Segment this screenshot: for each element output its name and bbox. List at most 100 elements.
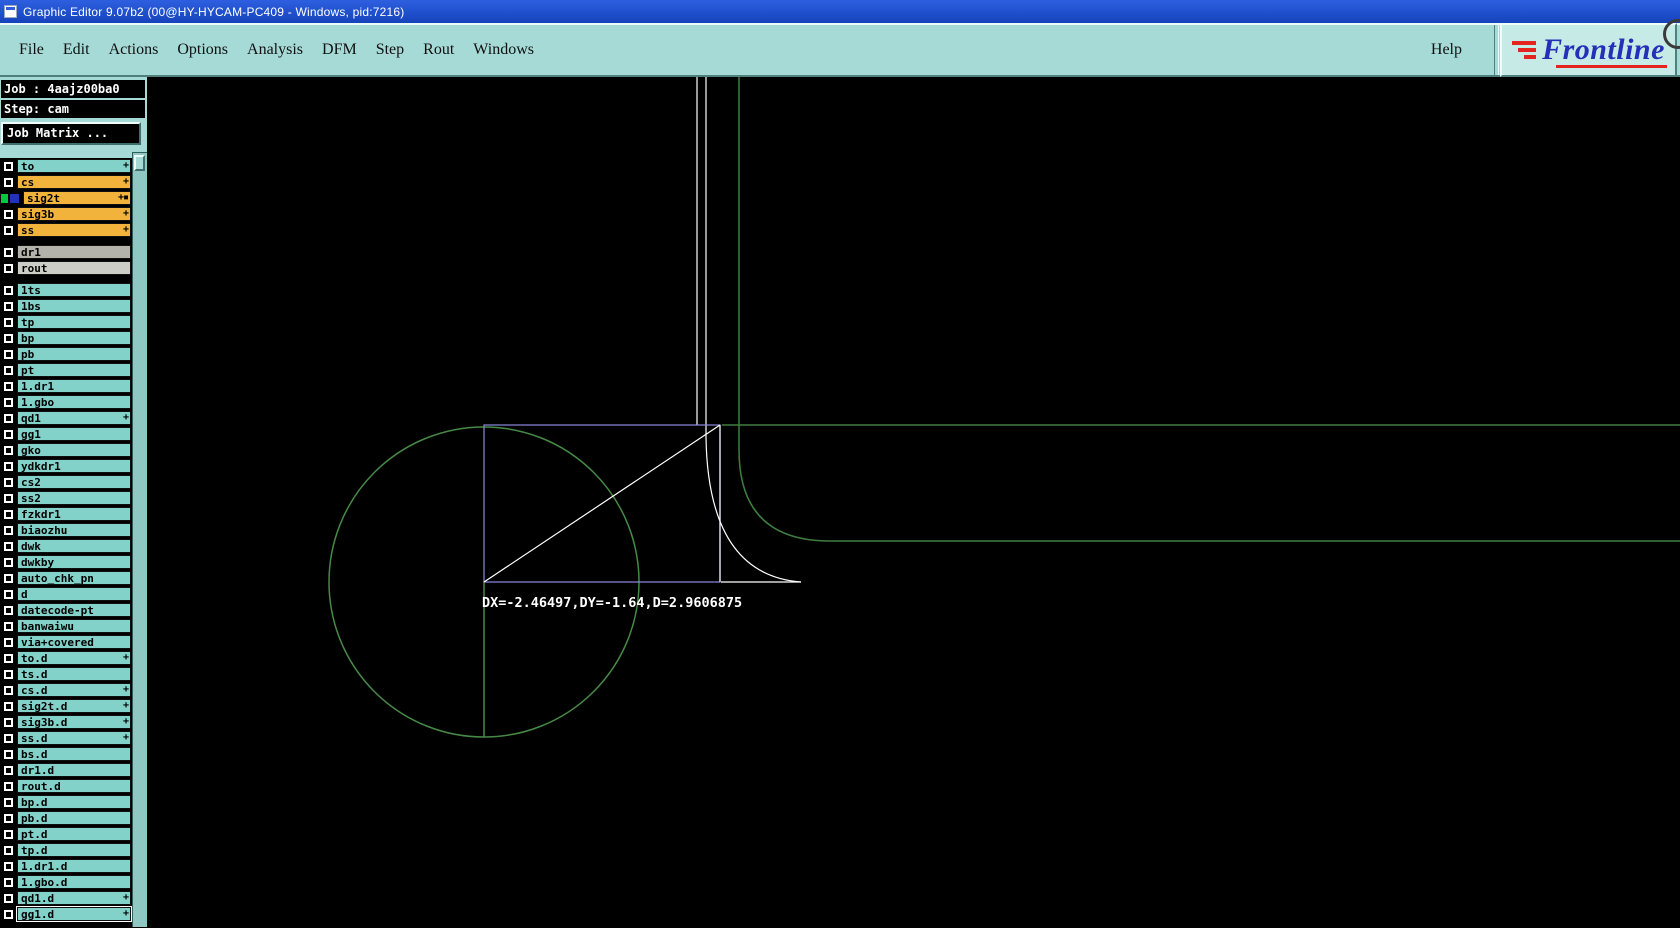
layer-name[interactable]: banwaiwu — [17, 619, 131, 633]
menu-item-edit[interactable]: Edit — [63, 41, 90, 59]
layer-visibility-checkbox[interactable] — [3, 508, 14, 520]
layer-name[interactable]: to.d + — [17, 651, 131, 665]
layer-visibility-checkbox[interactable] — [3, 300, 14, 312]
layer-visibility-checkbox[interactable] — [3, 444, 14, 456]
layer-row[interactable]: biaozhu — [0, 522, 131, 538]
layer-row[interactable]: dr1 — [0, 244, 131, 260]
layer-visibility-checkbox[interactable] — [3, 380, 14, 392]
layer-row[interactable]: ydkdr1 — [0, 458, 131, 474]
layer-name[interactable]: ts.d — [17, 667, 131, 681]
menu-item-options[interactable]: Options — [177, 41, 228, 59]
layer-row[interactable]: cs + — [0, 174, 131, 190]
layer-visibility-checkbox[interactable] — [3, 876, 14, 888]
layer-name[interactable]: d — [17, 587, 131, 601]
layer-name[interactable]: bs.d — [17, 747, 131, 761]
layer-name[interactable]: rout — [17, 261, 131, 275]
layer-row[interactable]: pt — [0, 362, 131, 378]
layer-row[interactable]: 1.dr1.d — [0, 858, 131, 874]
layer-name[interactable]: pb.d — [17, 811, 131, 825]
layer-visibility-checkbox[interactable] — [3, 636, 14, 648]
menu-item-analysis[interactable]: Analysis — [247, 41, 303, 59]
layer-row[interactable]: 1.gbo.d — [0, 874, 131, 890]
layer-name[interactable]: 1.gbo.d — [17, 875, 131, 889]
layer-row[interactable]: rout — [0, 260, 131, 276]
layer-name[interactable]: gko — [17, 443, 131, 457]
layer-row[interactable]: gg1.d + — [0, 906, 132, 922]
menu-item-help[interactable]: Help — [1431, 41, 1462, 59]
layer-name[interactable]: qd1.d + — [17, 891, 131, 905]
layer-row[interactable]: bp — [0, 330, 131, 346]
layer-visibility-checkbox[interactable] — [3, 540, 14, 552]
layer-row[interactable]: dwkby — [0, 554, 131, 570]
job-matrix-button[interactable]: Job Matrix ... — [1, 122, 141, 145]
layer-row[interactable]: dwk — [0, 538, 131, 554]
layer-row[interactable]: 1.dr1 — [0, 378, 131, 394]
layer-row[interactable]: sig2t.d + — [0, 698, 131, 714]
layer-name[interactable]: sig3b.d + — [17, 715, 131, 729]
layer-name[interactable]: 1bs — [17, 299, 131, 313]
layer-name[interactable]: dr1 — [17, 245, 131, 259]
layer-row[interactable]: cs.d + — [0, 682, 131, 698]
layer-row[interactable]: banwaiwu — [0, 618, 131, 634]
layer-row[interactable]: ts.d — [0, 666, 131, 682]
layer-visibility-checkbox[interactable] — [3, 908, 14, 920]
layer-visibility-checkbox[interactable] — [3, 176, 14, 188]
layer-visibility-checkbox[interactable] — [3, 246, 14, 258]
layer-visibility-checkbox[interactable] — [3, 796, 14, 808]
layer-name[interactable]: 1.gbo — [17, 395, 131, 409]
layer-visibility-checkbox[interactable] — [3, 396, 14, 408]
layer-visibility-checkbox[interactable] — [3, 284, 14, 296]
layer-visibility-checkbox[interactable] — [3, 160, 14, 172]
layer-name[interactable]: dwk — [17, 539, 131, 553]
layer-row[interactable]: ss.d + — [0, 730, 131, 746]
layer-name[interactable]: via+covered — [17, 635, 131, 649]
layer-row[interactable]: fzkdr1 — [0, 506, 131, 522]
layer-row[interactable]: tp.d — [0, 842, 131, 858]
layer-visibility-checkbox[interactable] — [3, 332, 14, 344]
layer-name[interactable]: pt.d — [17, 827, 131, 841]
layer-row[interactable]: pb.d — [0, 810, 131, 826]
layer-row[interactable]: qd1.d + — [0, 890, 131, 906]
menu-item-step[interactable]: Step — [376, 41, 404, 59]
layer-row[interactable]: auto_chk_pn — [0, 570, 131, 586]
layer-visibility-checkbox[interactable] — [3, 732, 14, 744]
layer-name[interactable]: ss2 — [17, 491, 131, 505]
layer-name[interactable]: ss + — [17, 223, 131, 237]
layer-visibility-checkbox[interactable] — [3, 556, 14, 568]
layer-row[interactable]: sig3b + — [0, 206, 131, 222]
layer-name[interactable]: cs2 — [17, 475, 131, 489]
layer-visibility-checkbox[interactable] — [3, 208, 14, 220]
layer-row[interactable]: bp.d — [0, 794, 131, 810]
menu-item-dfm[interactable]: DFM — [322, 41, 357, 59]
active-layer-indicator[interactable] — [0, 192, 20, 204]
layer-visibility-checkbox[interactable] — [3, 860, 14, 872]
layer-visibility-checkbox[interactable] — [3, 428, 14, 440]
layer-name[interactable]: auto_chk_pn — [17, 571, 131, 585]
layer-visibility-checkbox[interactable] — [3, 652, 14, 664]
layer-name[interactable]: 1.dr1 — [17, 379, 131, 393]
layer-visibility-checkbox[interactable] — [3, 412, 14, 424]
layer-name[interactable]: bp.d — [17, 795, 131, 809]
layer-visibility-checkbox[interactable] — [3, 716, 14, 728]
layer-row[interactable]: 1ts — [0, 282, 131, 298]
layer-name[interactable]: gg1.d + — [16, 906, 132, 922]
menu-item-file[interactable]: File — [19, 41, 44, 59]
layer-visibility-checkbox[interactable] — [3, 812, 14, 824]
layer-visibility-checkbox[interactable] — [3, 588, 14, 600]
layer-row[interactable]: d — [0, 586, 131, 602]
layer-name[interactable]: sig2t.d + — [17, 699, 131, 713]
layer-name[interactable]: tp — [17, 315, 131, 329]
layer-visibility-checkbox[interactable] — [3, 348, 14, 360]
layer-row[interactable]: gko — [0, 442, 131, 458]
layer-name[interactable]: dwkby — [17, 555, 131, 569]
scrollbar-handle[interactable] — [134, 155, 145, 171]
layer-name[interactable]: to + — [17, 159, 131, 173]
layer-row[interactable]: datecode-pt — [0, 602, 131, 618]
layer-row[interactable]: to.d + — [0, 650, 131, 666]
layer-visibility-checkbox[interactable] — [3, 620, 14, 632]
menu-item-rout[interactable]: Rout — [423, 41, 454, 59]
layer-name[interactable]: ydkdr1 — [17, 459, 131, 473]
layer-name[interactable]: rout.d — [17, 779, 131, 793]
layer-visibility-checkbox[interactable] — [3, 364, 14, 376]
layer-name[interactable]: dr1.d — [17, 763, 131, 777]
